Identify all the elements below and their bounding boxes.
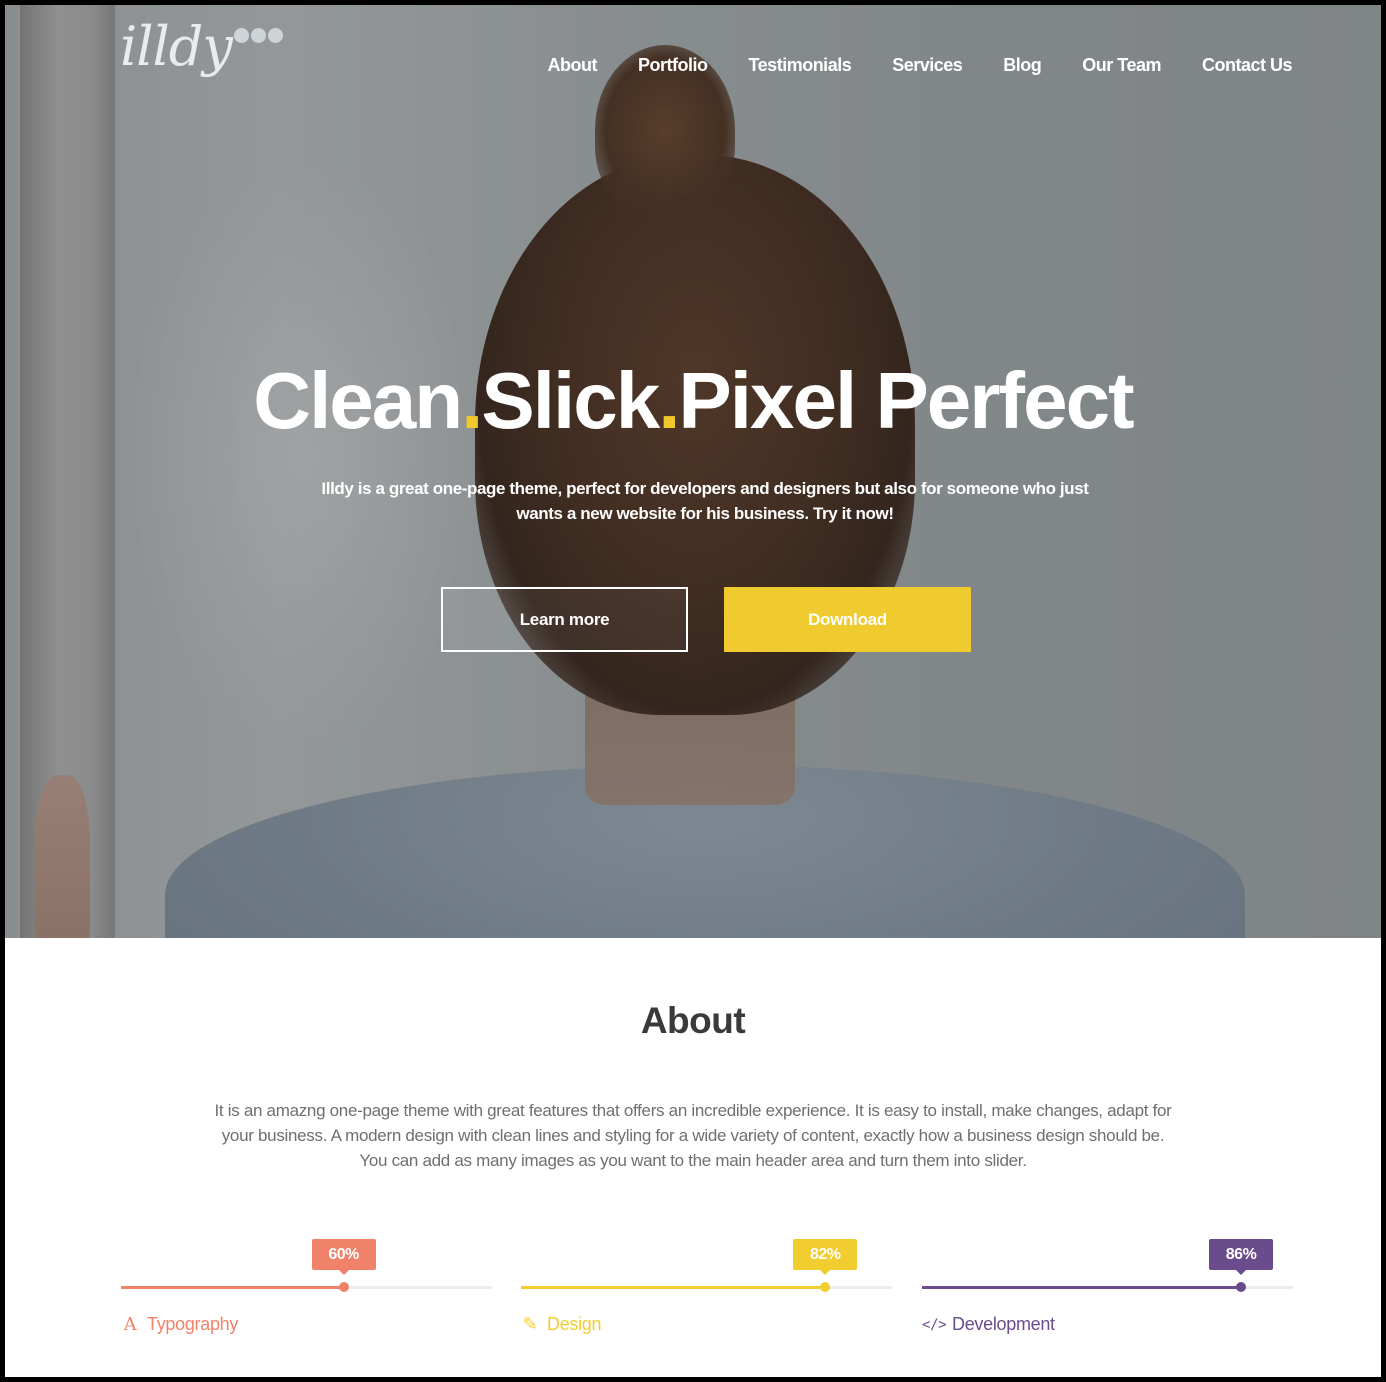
skill-typography: 60% A Typography bbox=[121, 1238, 492, 1348]
skill-label-text: Typography bbox=[147, 1314, 239, 1334]
skill-progress-knob bbox=[820, 1282, 831, 1292]
logo-dot bbox=[250, 28, 266, 43]
hero-headline: Clean.Slick.Pixel Perfect bbox=[0, 355, 1386, 447]
about-title: About bbox=[640, 1000, 746, 1041]
hero-overlay bbox=[5, 5, 1381, 938]
skill-progress-fill bbox=[922, 1286, 1242, 1289]
nav-item-about[interactable]: About bbox=[548, 55, 598, 76]
headline-word-pixel-perfect: Pixel Perfect bbox=[678, 356, 1134, 445]
nav-item-contact-us[interactable]: Contact Us bbox=[1202, 55, 1293, 76]
nav-item-testimonials[interactable]: Testimonials bbox=[749, 55, 852, 76]
main-navigation: About Portfolio Testimonials Services Bl… bbox=[548, 55, 1293, 76]
headline-yellow-dot: . bbox=[658, 356, 680, 445]
skill-percent-badge: 86% bbox=[1209, 1239, 1274, 1275]
headline-word-clean: Clean bbox=[253, 356, 463, 445]
headline-yellow-dot: . bbox=[461, 356, 483, 445]
skill-progress-knob bbox=[1236, 1282, 1247, 1292]
hero-section bbox=[5, 5, 1381, 938]
skill-progress-knob bbox=[338, 1282, 349, 1292]
about-description: It is an amazng one-page theme with grea… bbox=[214, 1101, 1172, 1170]
skill-progress-fill bbox=[521, 1286, 826, 1289]
skill-development: 86% </> Development bbox=[922, 1238, 1293, 1348]
nav-item-our-team[interactable]: Our Team bbox=[1082, 55, 1161, 76]
nav-item-blog[interactable]: Blog bbox=[1003, 55, 1042, 76]
skill-label: </> Development bbox=[922, 1314, 1055, 1335]
logo-dot bbox=[233, 28, 249, 43]
skill-label-text: Design bbox=[547, 1314, 602, 1334]
skill-percent-badge: 60% bbox=[311, 1239, 376, 1275]
nav-item-portfolio[interactable]: Portfolio bbox=[638, 55, 708, 76]
skill-label: ✎ Design bbox=[521, 1314, 602, 1335]
download-button[interactable]: Download bbox=[724, 587, 971, 652]
nav-item-services[interactable]: Services bbox=[892, 55, 963, 76]
headline-word-slick: Slick bbox=[481, 356, 660, 445]
typography-icon: A bbox=[123, 1314, 137, 1335]
skill-label: A Typography bbox=[121, 1314, 239, 1335]
skill-design: 82% ✎ Design bbox=[521, 1238, 892, 1348]
logo-dot bbox=[267, 28, 283, 43]
skill-percent-badge: 82% bbox=[793, 1239, 858, 1275]
logo-text: illdy bbox=[120, 15, 233, 78]
logo-dots-icon bbox=[233, 28, 283, 43]
site-logo[interactable]: illdy bbox=[120, 16, 283, 86]
code-icon: </> bbox=[922, 1316, 947, 1333]
skill-label-text: Development bbox=[952, 1314, 1055, 1334]
pencil-icon: ✎ bbox=[522, 1314, 538, 1334]
skill-progress-fill bbox=[121, 1286, 344, 1289]
learn-more-button[interactable]: Learn more bbox=[441, 587, 688, 652]
hero-subtitle: Illdy is a great one-page theme, perfect… bbox=[321, 479, 1089, 523]
